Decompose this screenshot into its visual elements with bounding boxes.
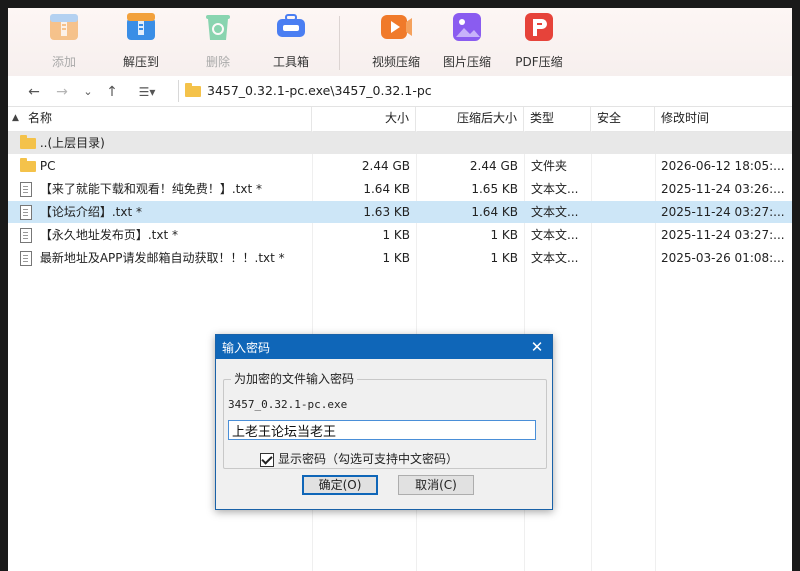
column-modified[interactable]: 修改时间: [655, 107, 792, 131]
file-modified: 2026-06-12 18:05:...: [661, 159, 785, 173]
file-type: 文本文...: [531, 205, 579, 219]
archive-extract-icon: [124, 10, 158, 44]
show-password-label: 显示密码（勾选可支持中文密码）: [278, 452, 459, 466]
file-size: 1.64 KB: [363, 182, 410, 196]
toolbox-label: 工具箱: [272, 55, 309, 69]
archive-add-icon: [47, 10, 81, 44]
table-row-parent[interactable]: ..(上层目录): [8, 132, 792, 154]
cancel-button[interactable]: 取消(C): [398, 475, 474, 495]
recycle-icon: [201, 10, 235, 44]
forward-arrow-icon[interactable]: →: [52, 82, 72, 102]
toolbar-divider: [339, 16, 340, 70]
add-label: 添加: [51, 55, 76, 69]
password-dialog: 输入密码 ✕ 为加密的文件输入密码 3457_0.32.1-pc.exe 显示密…: [215, 334, 553, 510]
image-compress-icon: [450, 10, 484, 44]
video-compress-label: 视频压缩: [371, 55, 420, 69]
file-size: 1.63 KB: [363, 205, 410, 219]
pdf-compress-icon: [522, 10, 556, 44]
chevron-down-icon[interactable]: ⌄: [78, 82, 98, 102]
toolbar: 添加 解压到 删除 工具箱 视频压缩 图片压缩 PDF压缩: [8, 8, 792, 76]
sort-up-icon: ▲: [12, 113, 19, 123]
delete-label: 删除: [205, 55, 230, 69]
path-text: 3457_0.32.1-pc.exe\3457_0.32.1-pc: [207, 83, 432, 98]
add-button[interactable]: 添加: [32, 10, 96, 72]
file-name: 【永久地址发布页】.txt *: [39, 228, 178, 242]
table-row-selected[interactable]: 【论坛介绍】.txt * 1.63 KB 1.64 KB 文本文... 2025…: [8, 201, 792, 223]
back-arrow-icon[interactable]: ←: [24, 82, 44, 102]
video-compress-icon: [379, 10, 413, 44]
column-size[interactable]: 大小: [312, 107, 416, 131]
file-modified: 2025-11-24 03:27:...: [661, 205, 785, 219]
file-name: ..(上层目录): [39, 136, 105, 150]
file-size: 1 KB: [382, 228, 410, 242]
password-input[interactable]: [228, 420, 536, 440]
table-row[interactable]: 最新地址及APP请发邮箱自动获取！！！.txt * 1 KB 1 KB 文本文.…: [8, 247, 792, 269]
column-name[interactable]: ▲ 名称: [8, 107, 312, 131]
text-file-icon: [20, 228, 32, 243]
file-packed-size: 2.44 GB: [469, 159, 518, 173]
show-password-checkbox[interactable]: 显示密码（勾选可支持中文密码）: [260, 450, 458, 467]
folder-icon: [185, 83, 201, 97]
dialog-title-bar[interactable]: 输入密码 ✕: [216, 335, 552, 359]
file-packed-size: 1 KB: [490, 228, 518, 242]
file-type: 文本文...: [531, 251, 579, 265]
close-icon[interactable]: ✕: [528, 337, 546, 357]
file-size: 2.44 GB: [361, 159, 410, 173]
file-type: 文本文...: [531, 182, 579, 196]
file-packed-size: 1 KB: [490, 251, 518, 265]
file-modified: 2025-11-24 03:26:...: [661, 182, 785, 196]
file-type: 文件夹: [531, 159, 568, 173]
extract-to-button[interactable]: 解压到: [109, 10, 173, 72]
extract-to-label: 解压到: [122, 55, 159, 69]
column-type[interactable]: 类型: [524, 107, 591, 131]
table-row[interactable]: PC 2.44 GB 2.44 GB 文件夹 2026-06-12 18:05:…: [8, 155, 792, 177]
view-list-icon[interactable]: ☰▾: [132, 82, 162, 102]
address-bar: ← → ⌄ ↑ ☰▾ 3457_0.32.1-pc.exe\3457_0.32.…: [8, 78, 792, 107]
table-row[interactable]: 【来了就能下载和观看！纯免费！】.txt * 1.64 KB 1.65 KB 文…: [8, 178, 792, 200]
folder-icon: [20, 158, 36, 172]
column-security[interactable]: 安全: [591, 107, 655, 131]
text-file-icon: [20, 251, 32, 266]
image-compress-label: 图片压缩: [442, 55, 491, 69]
file-packed-size: 1.65 KB: [471, 182, 518, 196]
text-file-icon: [20, 182, 32, 197]
group-label: 为加密的文件输入密码: [231, 370, 358, 387]
checkbox-checked-icon[interactable]: [260, 452, 274, 467]
file-modified: 2025-11-24 03:27:...: [661, 228, 785, 242]
file-size: 1 KB: [382, 251, 410, 265]
text-file-icon: [20, 205, 32, 220]
file-name: 【来了就能下载和观看！纯免费！】.txt *: [39, 182, 262, 196]
up-arrow-icon[interactable]: ↑: [102, 82, 122, 102]
file-name: PC: [39, 159, 56, 173]
video-compress-button[interactable]: 视频压缩: [364, 10, 428, 72]
file-packed-size: 1.64 KB: [471, 205, 518, 219]
column-header: ▲ 名称 大小 压缩后大小 类型 安全 修改时间: [8, 107, 792, 132]
ok-button[interactable]: 确定(O): [302, 475, 378, 495]
column-packed-size[interactable]: 压缩后大小: [416, 107, 524, 131]
table-row[interactable]: 【永久地址发布页】.txt * 1 KB 1 KB 文本文... 2025-11…: [8, 224, 792, 246]
delete-button[interactable]: 删除: [186, 10, 250, 72]
pdf-compress-label: PDF压缩: [515, 55, 563, 69]
toolbox-button[interactable]: 工具箱: [259, 10, 323, 72]
toolbox-icon: [274, 10, 308, 44]
pdf-compress-button[interactable]: PDF压缩: [507, 10, 571, 72]
archive-window: 添加 解压到 删除 工具箱 视频压缩 图片压缩 PDF压缩 ← → ⌄ ↑ ☰▾…: [8, 8, 792, 571]
dialog-title: 输入密码: [222, 341, 271, 355]
file-modified: 2025-03-26 01:08:...: [661, 251, 785, 265]
file-name: 【论坛介绍】.txt *: [39, 205, 142, 219]
file-type: 文本文...: [531, 228, 579, 242]
folder-icon: [20, 135, 36, 149]
path-field[interactable]: 3457_0.32.1-pc.exe\3457_0.32.1-pc: [178, 80, 789, 102]
file-name: 最新地址及APP请发邮箱自动获取！！！.txt *: [39, 251, 285, 265]
image-compress-button[interactable]: 图片压缩: [435, 10, 499, 72]
archive-name: 3457_0.32.1-pc.exe: [228, 398, 348, 411]
